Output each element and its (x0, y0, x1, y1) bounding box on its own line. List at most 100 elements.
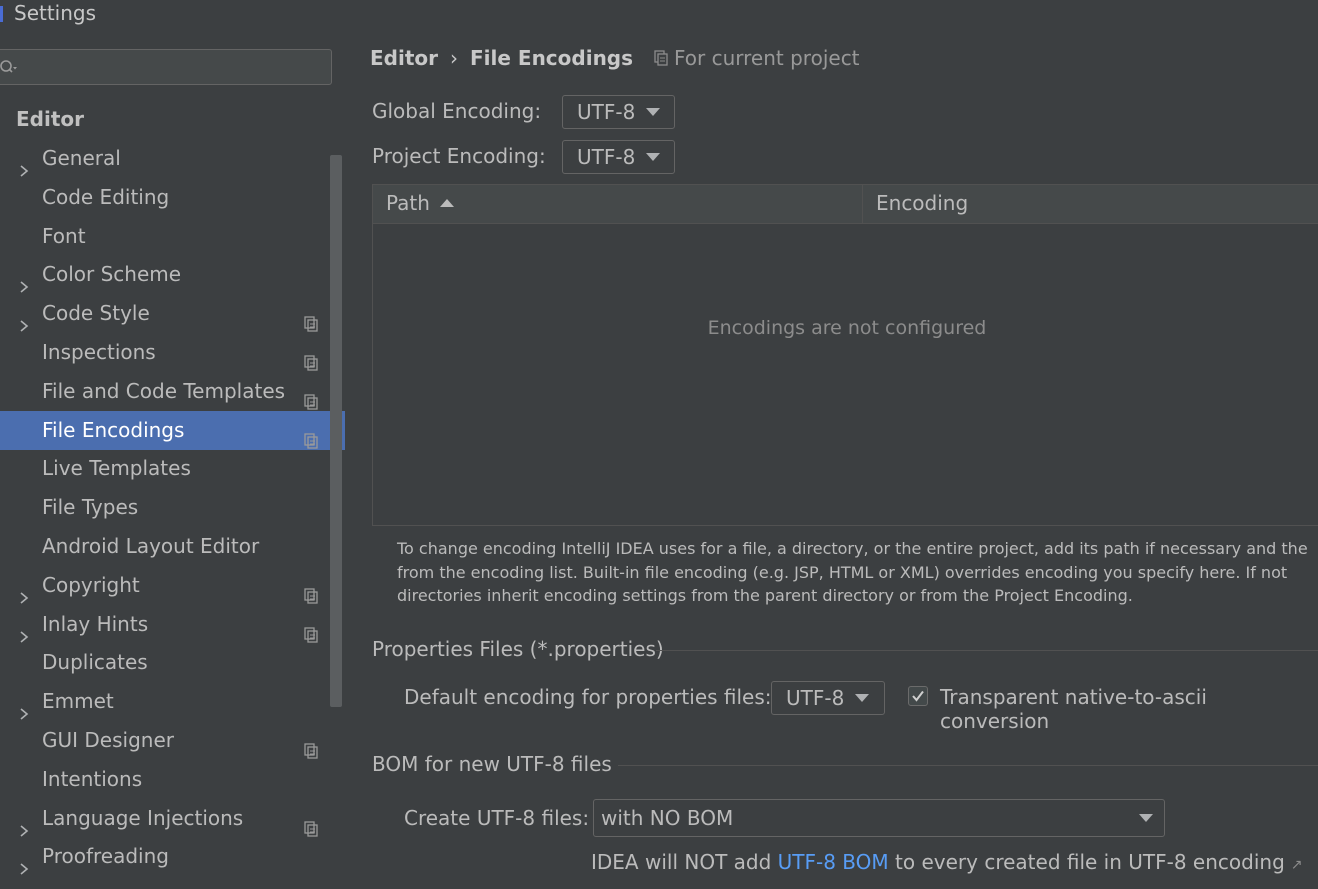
breadcrumb-parent[interactable]: Editor (370, 46, 438, 70)
settings-content: Editor › File Encodings For current projec… (346, 30, 1318, 882)
sidebar-item-font[interactable]: Font (0, 217, 345, 256)
project-encoding-label: Project Encoding: (372, 144, 546, 168)
chevron-right-icon[interactable] (17, 268, 31, 294)
project-scope-icon (304, 384, 318, 410)
global-encoding-label: Global Encoding: (372, 99, 542, 123)
project-scope-icon (304, 617, 318, 643)
sidebar-item-label: Proofreading (42, 844, 169, 869)
scope-indicator: For current project (654, 46, 860, 70)
chevron-right-icon[interactable] (17, 812, 31, 837)
chevron-down-icon (1139, 814, 1153, 822)
chevron-right-icon[interactable] (17, 579, 31, 604)
transparent-conversion-label[interactable]: Transparent native-to-ascii conversion (940, 685, 1318, 733)
properties-section-title: Properties Files (*.properties) (372, 637, 664, 661)
sidebar-item-duplicates[interactable]: Duplicates (0, 643, 345, 682)
settings-sidebar: Editor General Code Editing Font Color Sche… (0, 30, 345, 882)
help-line: directories inherit encoding settings fr… (397, 586, 1133, 605)
sidebar-item-emmet[interactable]: Emmet (0, 682, 345, 721)
sidebar-item-gui-designer[interactable]: GUI Designer (0, 721, 345, 760)
create-utf8-label: Create UTF-8 files: (404, 806, 590, 830)
chevron-down-icon (646, 153, 660, 161)
search-icon (0, 60, 17, 73)
sidebar-item-label: Inspections (42, 340, 156, 364)
transparent-conversion-checkbox[interactable] (908, 686, 928, 706)
encoding-help-text: To change encoding IntelliJ IDEA uses fo… (397, 537, 1318, 608)
sort-ascending-icon (439, 199, 454, 207)
sidebar-item-label: Code Editing (42, 184, 170, 209)
chevron-right-icon[interactable] (17, 850, 31, 876)
sidebar-scrollbar[interactable] (330, 155, 342, 707)
project-scope-icon (304, 733, 318, 759)
project-scope-icon (304, 306, 318, 332)
properties-encoding-select[interactable]: UTF-8 (771, 681, 885, 715)
table-empty-text: Encodings are not configured (707, 317, 987, 339)
properties-default-encoding-label: Default encoding for properties files: (404, 685, 772, 709)
sidebar-item-general[interactable]: General (0, 139, 345, 178)
sidebar-item-android-layout-editor[interactable]: Android Layout Editor (0, 527, 345, 566)
create-utf8-bom-value: with NO BOM (601, 806, 734, 830)
column-header-path[interactable]: Path (386, 191, 454, 215)
sidebar-item-live-templates[interactable]: Live Templates (0, 449, 345, 488)
group-header-editor: Editor (16, 107, 84, 131)
app-icon (0, 6, 3, 22)
project-scope-icon (304, 345, 318, 371)
sidebar-item-inlay-hints[interactable]: Inlay Hints (0, 605, 345, 644)
table-header: Path Encoding (373, 185, 1318, 224)
sidebar-item-inspections[interactable]: Inspections (0, 333, 345, 372)
external-link-icon[interactable]: ↗ (1291, 857, 1303, 873)
chevron-right-icon[interactable] (17, 618, 31, 643)
sidebar-item-proofreading[interactable]: Proofreading (0, 837, 345, 876)
sidebar-item-label: File and Code Templates (42, 378, 286, 403)
create-utf8-bom-select[interactable]: with NO BOM (593, 799, 1165, 837)
sidebar-item-label: Intentions (42, 766, 143, 791)
sidebar-item-label: Inlay Hints (42, 611, 149, 636)
sidebar-item-label: Live Templates (42, 456, 191, 481)
sidebar-item-language-injections[interactable]: Language Injections (0, 799, 345, 838)
sidebar-item-code-style[interactable]: Code Style (0, 294, 345, 333)
column-header-encoding[interactable]: Encoding (876, 191, 968, 215)
chevron-right-icon[interactable] (17, 152, 31, 177)
column-header-path-label: Path (386, 191, 430, 215)
help-line: To change encoding IntelliJ IDEA uses fo… (397, 539, 1308, 558)
sidebar-item-color-scheme[interactable]: Color Scheme (0, 255, 345, 294)
settings-search-input[interactable] (0, 49, 332, 85)
scope-label: For current project (674, 46, 860, 70)
chevron-down-icon (646, 108, 660, 116)
sidebar-item-label: Copyright (42, 572, 140, 597)
encodings-table[interactable]: Path Encoding Encodings are not configur… (372, 184, 1318, 526)
bom-section-title: BOM for new UTF-8 files (372, 752, 612, 776)
sidebar-item-file-encodings[interactable]: File Encodings (0, 410, 345, 450)
sidebar-item-file-and-code-templates[interactable]: File and Code Templates (0, 372, 345, 411)
sidebar-item-label: File Types (42, 495, 139, 520)
column-divider[interactable] (862, 185, 863, 223)
breadcrumb-separator: › (450, 46, 458, 70)
project-scope-icon (304, 423, 318, 449)
sidebar-item-file-types[interactable]: File Types (0, 488, 345, 527)
project-scope-icon (304, 811, 318, 837)
global-encoding-select[interactable]: UTF-8 (562, 95, 675, 129)
properties-encoding-value: UTF-8 (786, 686, 845, 710)
sidebar-item-label: Android Layout Editor (42, 534, 260, 558)
sidebar-item-copyright[interactable]: Copyright (0, 566, 345, 605)
sidebar-item-label: Font (42, 223, 86, 248)
sidebar-item-label: General (42, 146, 121, 170)
sidebar-item-label: Color Scheme (42, 262, 182, 287)
chevron-right-icon[interactable] (17, 695, 31, 720)
section-divider (656, 650, 1318, 651)
sidebar-item-code-editing[interactable]: Code Editing (0, 178, 345, 217)
sidebar-item-label: Emmet (42, 689, 114, 714)
checkmark-icon (912, 690, 924, 702)
sidebar-item-label: File Encodings (42, 417, 185, 442)
window-title: Settings (14, 1, 97, 25)
sidebar-item-intentions[interactable]: Intentions (0, 760, 345, 799)
global-encoding-value: UTF-8 (577, 100, 636, 124)
utf8-bom-link[interactable]: UTF-8 BOM (778, 850, 889, 874)
chevron-right-icon[interactable] (17, 307, 31, 332)
project-scope-icon (654, 50, 668, 66)
project-encoding-select[interactable]: UTF-8 (562, 140, 675, 174)
bom-note: IDEA will NOT add UTF-8 BOM to every cre… (591, 850, 1303, 874)
sidebar-item-label: GUI Designer (42, 728, 174, 752)
title-bar: Settings (0, 0, 1318, 30)
breadcrumb: Editor › File Encodings (370, 46, 633, 70)
bom-note-text: IDEA will NOT add (591, 850, 778, 874)
